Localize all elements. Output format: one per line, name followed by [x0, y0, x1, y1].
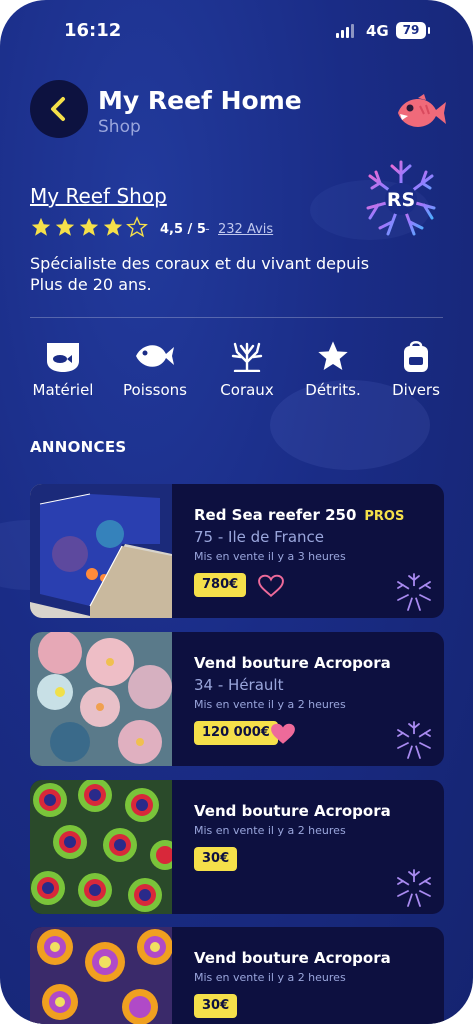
listing-title: Red Sea reefer 250 PROS: [194, 506, 404, 524]
shop-coral-icon: [397, 573, 431, 611]
category-poissons[interactable]: Poissons: [110, 338, 200, 399]
pros-badge: PROS: [364, 509, 405, 524]
star-filled-icon: [79, 217, 99, 236]
chevron-left-icon: [51, 97, 65, 121]
listing-card[interactable]: Vend bouture Acropora Mis en vente il y …: [30, 780, 444, 914]
listing-posted-time: Mis en vente il y a 2 heures: [194, 698, 346, 711]
listing-card[interactable]: Red Sea reefer 250 PROS 75 - Ile de Franc…: [30, 484, 444, 618]
shop-name-link[interactable]: My Reef Shop: [30, 184, 167, 208]
aquarium-icon: [47, 343, 79, 372]
listing-price: 30€: [194, 994, 238, 1018]
shop-coral-icon: [397, 721, 431, 759]
category-divers[interactable]: Divers: [371, 338, 461, 399]
back-button[interactable]: [30, 80, 88, 138]
rating-stars: [30, 216, 148, 238]
status-time: 16:12: [64, 20, 122, 41]
rating-separator: -: [205, 222, 210, 237]
rating-value: 4,5 / 5: [160, 222, 206, 237]
signal-icon: [336, 24, 354, 38]
listing-location: 34 - Hérault: [194, 676, 284, 694]
listing-card[interactable]: Vend bouture Acropora 34 - Hérault Mis e…: [30, 632, 444, 766]
star-filled-icon: [55, 217, 75, 236]
shop-logo: RS: [366, 160, 436, 236]
listing-image: [30, 484, 172, 618]
listing-title-text: Red Sea reefer 250: [194, 506, 357, 524]
category-coraux[interactable]: Coraux: [202, 338, 292, 399]
category-materiel[interactable]: Matériel: [18, 338, 108, 399]
star-filled-icon: [103, 217, 123, 236]
listing-card[interactable]: Vend bouture Acropora Mis en vente il y …: [30, 927, 444, 1024]
star-empty-icon: [126, 216, 148, 238]
coral-icon: [231, 342, 263, 372]
category-label: Coraux: [220, 381, 274, 399]
section-title: ANNONCES: [30, 438, 127, 456]
category-bar: Matériel Poissons Coraux Détrits. Divers: [0, 338, 473, 408]
category-label: Divers: [392, 381, 440, 399]
star-icon: [318, 341, 348, 370]
category-label: Matériel: [32, 381, 94, 399]
listing-title: Vend bouture Acropora: [194, 949, 391, 967]
fish-icon: [136, 345, 174, 367]
listing-title: Vend bouture Acropora: [194, 654, 391, 672]
shop-logo-text: RS: [387, 189, 415, 211]
divider: [30, 317, 443, 318]
bag-icon: [404, 341, 428, 372]
shop-coral-icon: [397, 869, 431, 907]
listing-price: 780€: [194, 573, 247, 597]
listing-title: Vend bouture Acropora: [194, 802, 391, 820]
page-subtitle: Shop: [98, 117, 141, 137]
network-type: 4G: [366, 22, 389, 40]
status-bar: 16:12 4G 79: [0, 20, 473, 46]
category-detrits[interactable]: Détrits.: [288, 338, 378, 399]
category-label: Poissons: [123, 381, 187, 399]
app-screen: 16:12 4G 79 My Reef Home Shop My Reef Sh…: [0, 0, 473, 1024]
listing-posted-time: Mis en vente il y a 2 heures: [194, 971, 346, 984]
listing-image: [30, 632, 172, 766]
heart-filled-icon[interactable]: [270, 722, 296, 746]
heart-outline-icon[interactable]: [258, 574, 284, 598]
page-title: My Reef Home: [98, 86, 302, 115]
listing-image: [30, 927, 172, 1024]
category-label: Détrits.: [305, 381, 361, 399]
shop-description: Spécialiste des coraux et du vivant depu…: [30, 254, 370, 294]
listing-location: 75 - Ile de France: [194, 528, 325, 546]
listing-image: [30, 780, 172, 914]
battery-icon: 79: [396, 22, 430, 39]
listing-posted-time: Mis en vente il y a 3 heures: [194, 550, 346, 563]
listing-price: 120 000€: [194, 721, 278, 745]
star-filled-icon: [31, 217, 51, 236]
reviews-link[interactable]: 232 Avis: [218, 222, 273, 237]
listing-price: 30€: [194, 847, 238, 871]
listing-posted-time: Mis en vente il y a 2 heures: [194, 824, 346, 837]
fish-logo-icon[interactable]: [394, 90, 448, 136]
